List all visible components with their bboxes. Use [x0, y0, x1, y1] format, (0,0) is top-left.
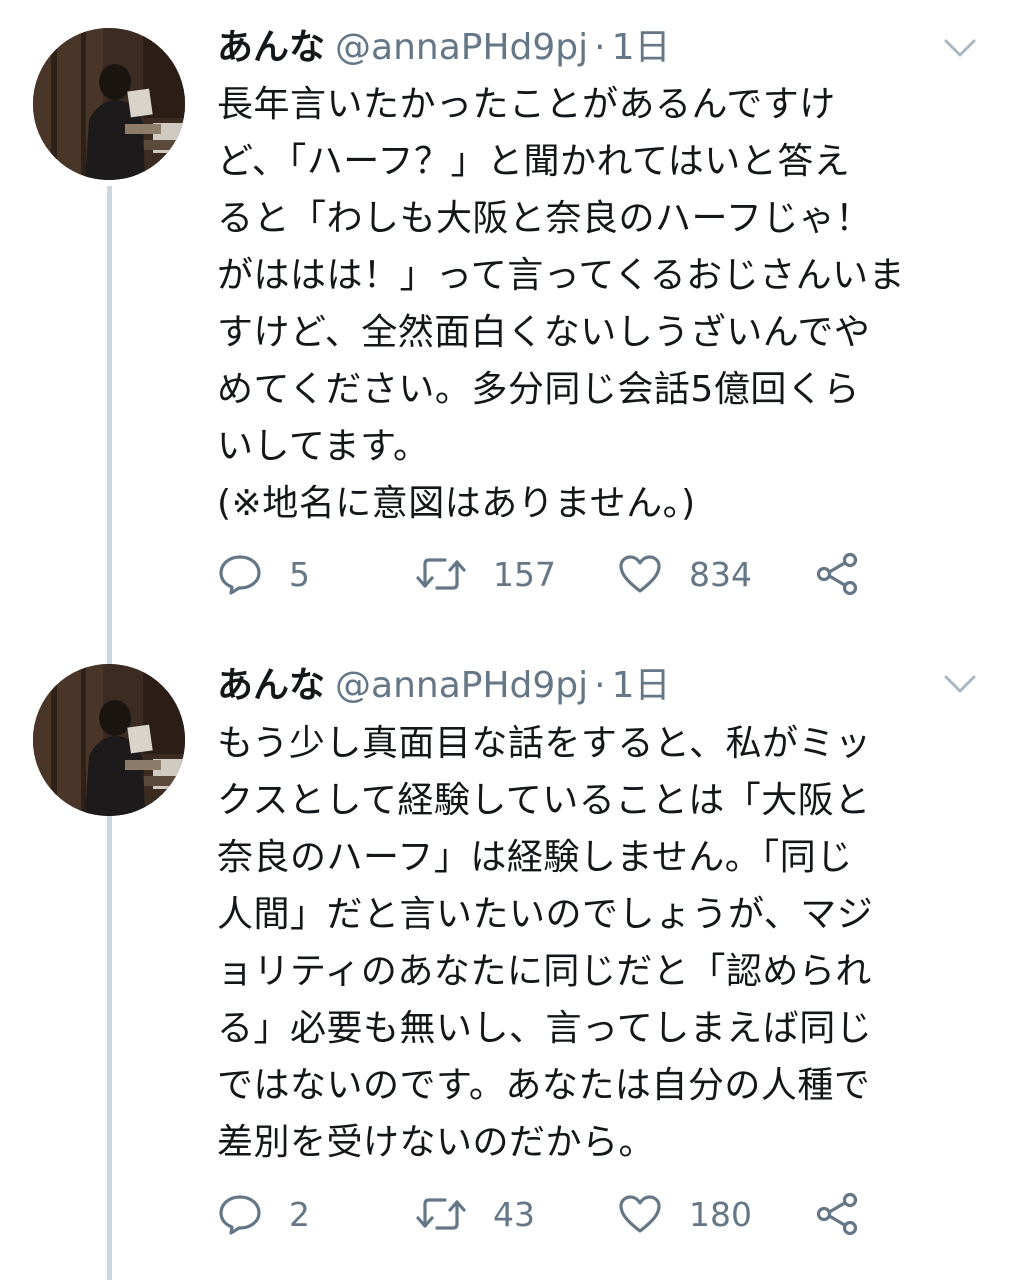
separator-dot: ·	[594, 27, 606, 68]
retweet-button[interactable]: 157	[415, 550, 556, 598]
tweet-header: あんな @annaPHd9pj · 1日	[217, 662, 671, 710]
chevron-down-icon	[944, 675, 976, 693]
separator-dot: ·	[594, 665, 606, 706]
tweet-actions: 2 43 180	[217, 1190, 977, 1238]
tweet-text-line: いしてます。	[217, 426, 430, 467]
tweet-text-line: めてください。多分同じ会話5億回くら	[217, 369, 860, 410]
display-name[interactable]: あんな	[217, 665, 325, 706]
timestamp[interactable]: 1日	[612, 665, 671, 706]
tweet-text-line: る」必要も無いし、言ってしまえば同じ	[217, 1008, 873, 1049]
tweet-text-line: がははは！」って言ってくるおじさんいま	[217, 255, 906, 296]
share-nodes-icon	[816, 1192, 858, 1236]
share-button[interactable]	[815, 550, 859, 598]
reply-button[interactable]: 5	[217, 550, 310, 598]
tweet-text-line: 長年言いたかったことがあるんですけ	[217, 84, 836, 125]
heart-icon	[619, 555, 661, 593]
retweet-count: 157	[493, 554, 556, 594]
timestamp[interactable]: 1日	[612, 27, 671, 68]
tweet-text-line: もう少し真面目な話をすると、私がミッ	[217, 723, 872, 764]
tweet-text-line: ョリティのあなたに同じだと「認められ	[217, 951, 872, 992]
avatar[interactable]	[33, 28, 185, 180]
like-button[interactable]: 834	[617, 550, 752, 598]
tweet-text: 長年言いたかったことがあるんですけ ど、「ハーフ？」と聞かれてはいと答え ると「…	[217, 76, 987, 532]
user-handle[interactable]: @annaPHd9pj	[335, 27, 588, 68]
like-button[interactable]: 180	[617, 1190, 752, 1238]
tweet-text-line: ではないのです。あなたは自分の人種で	[217, 1065, 871, 1106]
tweet-text-line: ど、「ハーフ？」と聞かれてはいと答え	[217, 141, 851, 182]
display-name[interactable]: あんな	[217, 27, 325, 68]
heart-icon	[619, 1195, 661, 1233]
tweet-menu-button[interactable]	[942, 36, 978, 60]
share-button[interactable]	[815, 1190, 859, 1238]
like-count: 180	[689, 1194, 752, 1234]
tweet-text-line: 人間」だと言いたいのでしょうが、マジ	[217, 894, 874, 935]
tweet-menu-button[interactable]	[942, 672, 978, 696]
speech-bubble-icon	[219, 1195, 261, 1235]
retweet-button[interactable]: 43	[415, 1190, 535, 1238]
reply-button[interactable]: 2	[217, 1190, 310, 1238]
reply-count: 2	[289, 1194, 310, 1234]
share-nodes-icon	[816, 552, 858, 596]
tweet-actions: 5 157 834	[217, 550, 977, 598]
retweet-count: 43	[493, 1194, 535, 1234]
tweet-text-line: 差別を受けないのだから。	[217, 1122, 656, 1163]
tweet-text-line: 奈良のハーフ」は経験しません。「同じ	[217, 837, 853, 878]
tweet-text-line: クスとして経験していることは「大阪と	[217, 780, 871, 821]
tweet-text-line: (※地名に意図はありません。)	[217, 483, 696, 524]
tweet-text: もう少し真面目な話をすると、私がミッ クスとして経験していることは「大阪と 奈良…	[217, 715, 987, 1171]
chevron-down-icon	[944, 39, 976, 57]
avatar[interactable]	[33, 664, 185, 816]
tweet[interactable]: あんな @annaPHd9pj · 1日 もう少し真面目な話をすると、私がミッ クスと…	[0, 640, 1016, 1280]
user-handle[interactable]: @annaPHd9pj	[335, 665, 588, 706]
speech-bubble-icon	[219, 555, 261, 595]
retweet-arrows-icon	[416, 1198, 466, 1230]
like-count: 834	[689, 554, 752, 594]
retweet-arrows-icon	[416, 558, 466, 590]
reply-count: 5	[289, 554, 310, 594]
tweet-header: あんな @annaPHd9pj · 1日	[217, 24, 671, 72]
tweet-text-line: すけど、全然面白くないしうざいんでや	[217, 312, 871, 353]
tweet[interactable]: あんな @annaPHd9pj · 1日 長年言いたかったことがあるんですけ ど、「ハ…	[0, 0, 1016, 640]
tweet-text-line: ると「わしも大阪と奈良のハーフじゃ！	[217, 198, 872, 239]
